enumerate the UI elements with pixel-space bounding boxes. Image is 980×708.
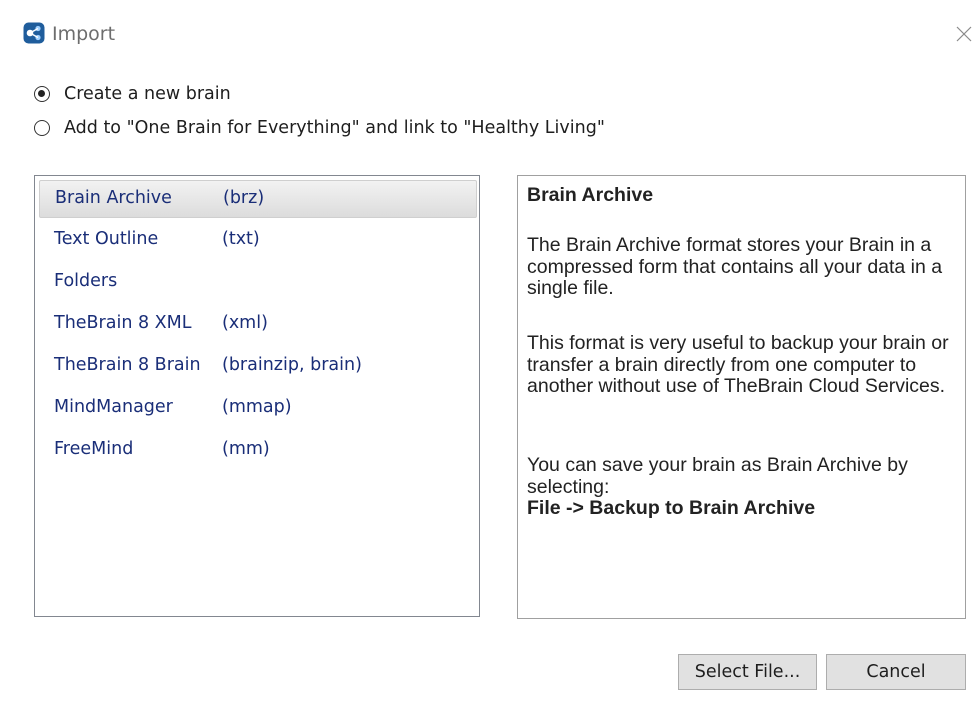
description-paragraph: The Brain Archive format stores your Bra… [527,234,943,299]
format-item-thebrain-8-brain[interactable]: TheBrain 8 Brain (brainzip, brain) [39,348,477,386]
window-title: Import [52,23,116,45]
cancel-button[interactable]: Cancel [826,654,966,690]
description-paragraph: You can save your brain as Brain Archive… [527,454,959,520]
close-icon[interactable] [952,22,976,46]
format-name: Brain Archive [55,188,172,208]
format-extension: (xml) [222,313,268,333]
format-name: FreeMind [54,439,134,459]
option-label: Add to "One Brain for Everything" and li… [64,118,605,138]
format-list[interactable]: Brain Archive (brz) Text Outline (txt) F… [34,175,480,617]
format-extension: (mmap) [222,397,292,417]
thebrain-logo-icon [23,22,45,44]
format-item-freemind[interactable]: FreeMind (mm) [39,432,477,470]
format-name: TheBrain 8 Brain [54,355,201,375]
format-extension: (txt) [222,229,260,249]
option-label: Create a new brain [64,84,231,104]
format-name: TheBrain 8 XML [54,313,192,333]
description-menu-path: File -> Backup to Brain Archive [527,497,816,519]
option-add-to-brain[interactable]: Add to "One Brain for Everything" and li… [34,115,605,141]
import-dialog: Import Create a new brain Add to "One Br… [0,0,980,708]
format-item-text-outline[interactable]: Text Outline (txt) [39,222,477,260]
format-name: MindManager [54,397,173,417]
format-extension: (mm) [222,439,270,459]
format-item-folders[interactable]: Folders [39,264,477,302]
description-paragraph: This format is very useful to backup you… [527,332,949,397]
format-item-brain-archive[interactable]: Brain Archive (brz) [39,180,477,218]
format-item-thebrain-8-xml[interactable]: TheBrain 8 XML (xml) [39,306,477,344]
select-file-button[interactable]: Select File... [678,654,817,690]
radio-button[interactable] [34,120,50,136]
title-bar: Import [0,0,980,62]
description-title: Brain Archive [527,184,654,206]
option-create-new-brain[interactable]: Create a new brain [34,81,231,107]
format-extension: (brz) [223,188,265,208]
format-description-panel: Brain Archive The Brain Archive format s… [517,175,966,619]
description-text: You can save your brain as Brain Archive… [527,454,908,498]
format-name: Text Outline [54,229,159,249]
format-item-mindmanager[interactable]: MindManager (mmap) [39,390,477,428]
radio-button-checked[interactable] [34,86,50,102]
format-extension: (brainzip, brain) [222,355,362,375]
format-name: Folders [54,271,118,291]
